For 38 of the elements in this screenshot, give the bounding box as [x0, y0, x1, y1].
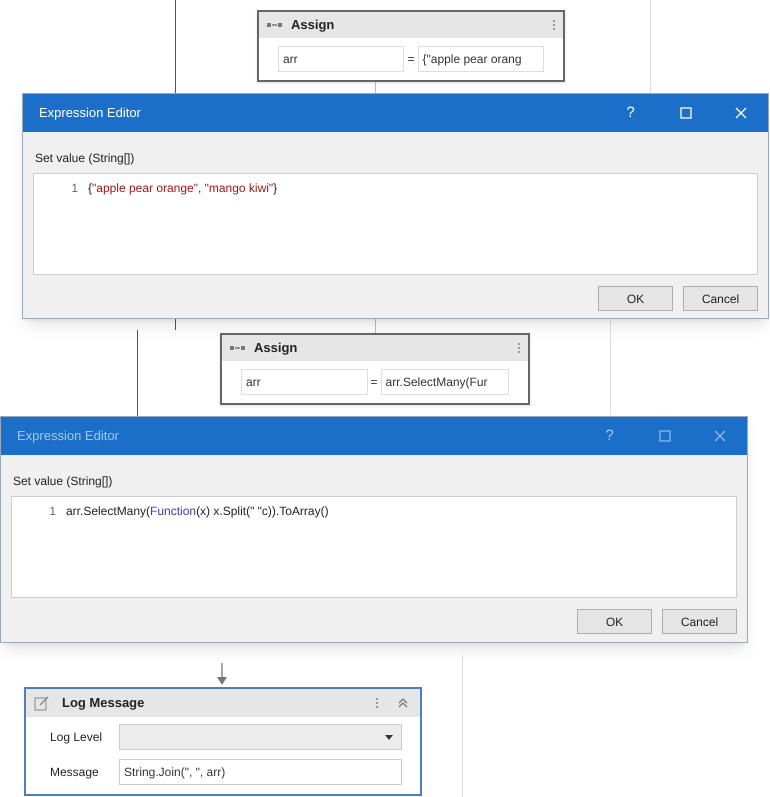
cancel-button[interactable]: Cancel: [683, 286, 758, 311]
field-label: Log Level: [49, 729, 104, 746]
equals-sign: =: [370, 374, 378, 391]
dialog-title: Expression Editor: [39, 104, 141, 122]
caret-icon: [385, 734, 393, 740]
code-line: {"apple pear orange", "mango kiwi"}: [88, 180, 278, 197]
field-label: Message: [49, 764, 100, 781]
log-icon: [34, 695, 50, 711]
field-label: Set value (String[]): [35, 150, 134, 167]
code-editor[interactable]: 1 {"apple pear orange", "mango kiwi"}: [33, 173, 758, 275]
ok-button[interactable]: OK: [598, 286, 673, 311]
maximize-icon: [680, 107, 692, 119]
value-field[interactable]: {"apple pear orang: [418, 46, 544, 72]
assign-icon: [267, 21, 283, 29]
line-number: 1: [48, 503, 56, 520]
activity-title: Log Message: [62, 694, 144, 712]
variable-field[interactable]: arr: [241, 369, 368, 395]
collapse-icon[interactable]: [398, 698, 408, 708]
dialog-title: Expression Editor: [17, 427, 119, 446]
variable-field[interactable]: arr: [278, 46, 404, 72]
equals-sign: =: [407, 51, 414, 68]
ok-button[interactable]: OK: [577, 609, 652, 634]
log-level-dropdown[interactable]: [119, 724, 402, 750]
activity-title: Assign: [291, 16, 334, 34]
help-button[interactable]: ?: [603, 94, 658, 132]
arrow-icon: [216, 663, 228, 687]
field-label: Set value (String[]): [13, 473, 112, 490]
assign-icon: [230, 344, 246, 352]
cancel-button[interactable]: Cancel: [662, 609, 737, 634]
value-field[interactable]: arr.SelectMany(Fur: [380, 369, 509, 395]
line-number: 1: [70, 180, 78, 197]
close-icon: [714, 430, 726, 442]
activity-title: Assign: [254, 339, 298, 358]
code-line: arr.SelectMany(Function(x) x.Split(" "c)).ToArray(): [66, 503, 329, 520]
maximize-icon: [658, 430, 670, 442]
message-field[interactable]: String.Join(", ", arr): [119, 759, 402, 785]
code-editor[interactable]: 1 arr.SelectMany(Function(x) x.Split(" "c)).ToArray(): [11, 496, 737, 598]
close-icon: [734, 107, 746, 119]
